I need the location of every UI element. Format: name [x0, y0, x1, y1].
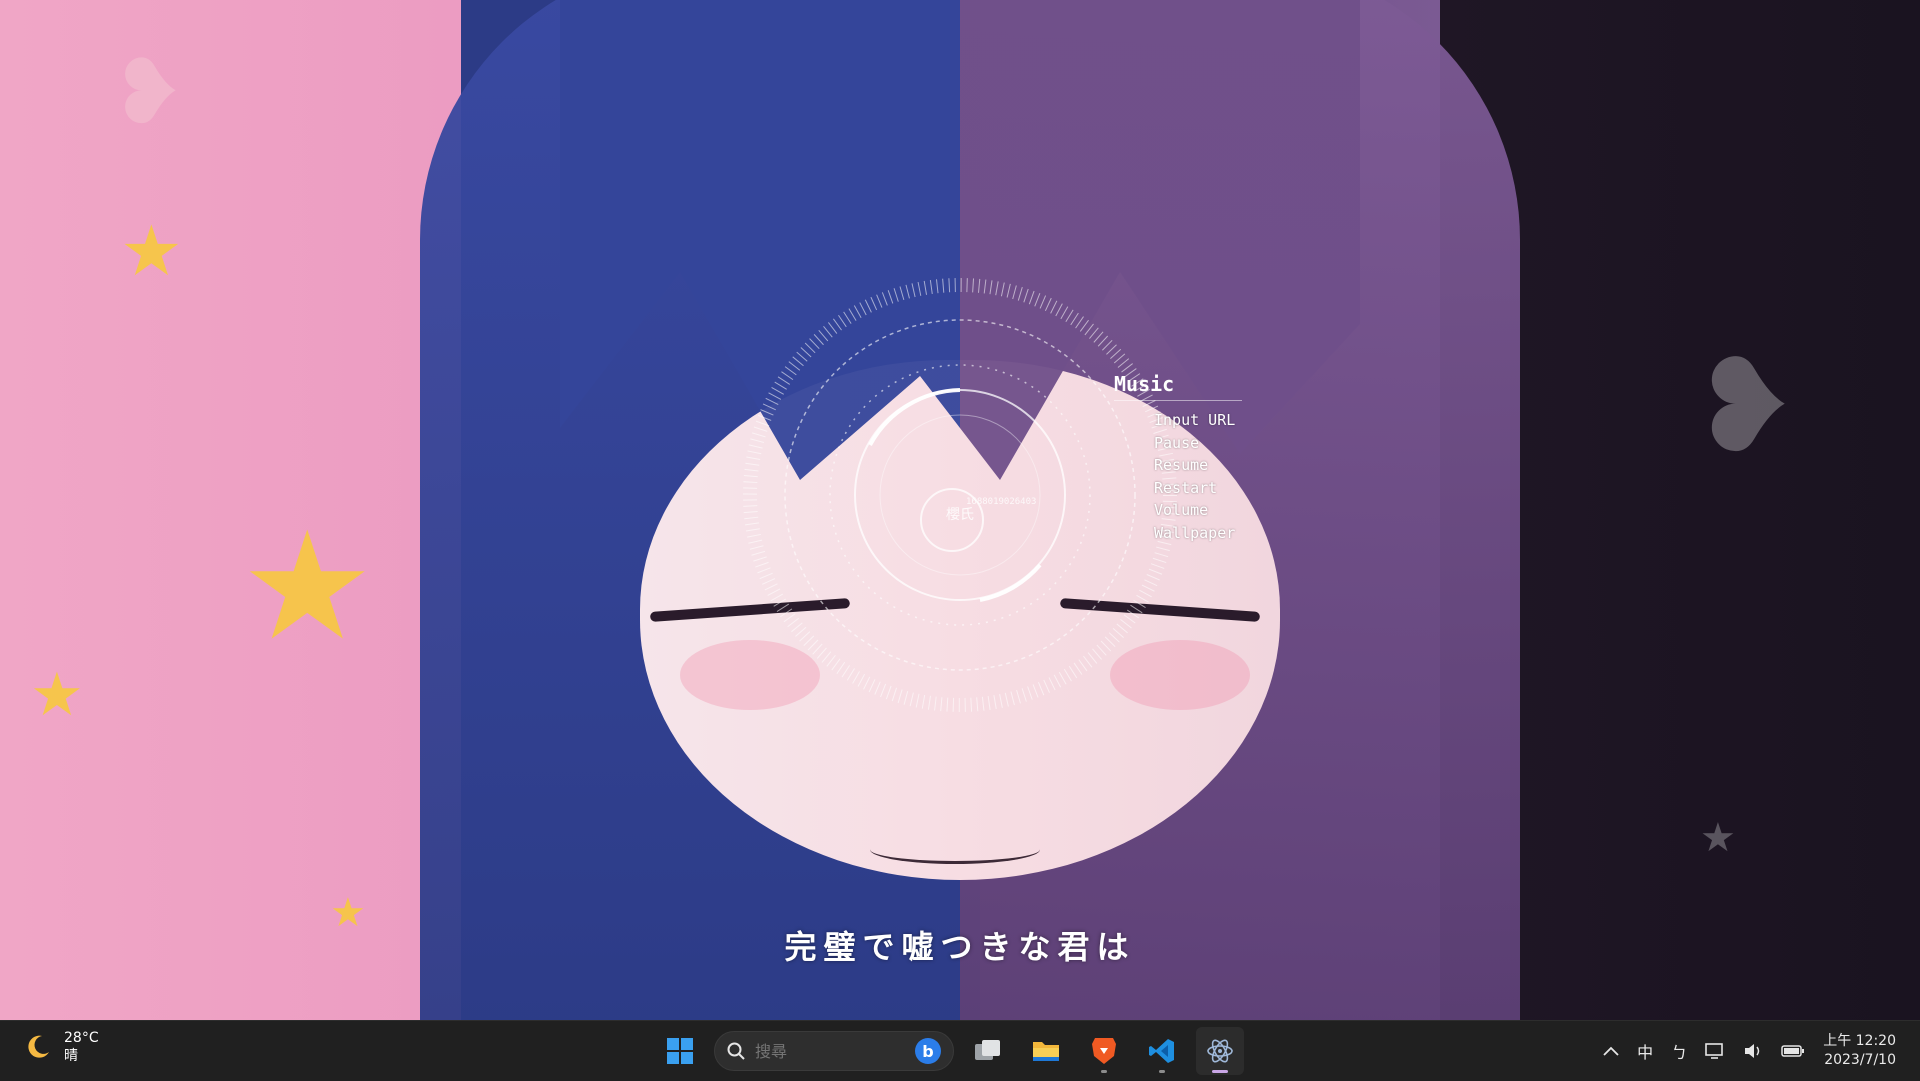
moon-icon [28, 1035, 49, 1058]
brave-browser-icon [1092, 1038, 1116, 1064]
task-view-icon [975, 1040, 1000, 1060]
system-tray: 中 ㄅ 上午 12:20 2023/7/10 [1603, 1021, 1896, 1081]
menu-item-resume[interactable]: Resume [1154, 454, 1264, 477]
start-icon [667, 1038, 693, 1064]
taskbar-clock[interactable]: 上午 12:20 2023/7/10 [1823, 1032, 1896, 1070]
search-input[interactable] [753, 1040, 907, 1062]
taskbar: 28°C 晴 b [0, 1020, 1920, 1081]
electron-app-button[interactable] [1196, 1027, 1244, 1075]
electron-app-icon [1207, 1039, 1233, 1063]
bunny-decoration: ❥ [1690, 330, 1799, 482]
menu-item-wallpaper[interactable]: Wallpaper [1154, 522, 1264, 545]
hud-number: 1688019026403 [966, 497, 1037, 507]
file-explorer-icon [1033, 1042, 1059, 1061]
weather-temperature: 28°C [64, 1030, 99, 1046]
star-decoration: ★ [240, 500, 375, 674]
file-explorer-button[interactable] [1022, 1027, 1070, 1075]
desktop-wallpaper: ★ ★ ★ ★ ❥ ❥ ★ 櫻氏 1688019026403 Music Inp… [0, 0, 1920, 1020]
music-menu: Music Input URL Pause Resume Restart Vol… [1114, 372, 1264, 544]
menu-item-volume[interactable]: Volume [1154, 499, 1264, 522]
volume-icon[interactable] [1743, 1042, 1763, 1060]
weather-widget[interactable]: 28°C 晴 [24, 1029, 99, 1065]
menu-item-restart[interactable]: Restart [1154, 477, 1264, 500]
clock-date: 2023/7/10 [1824, 1052, 1896, 1068]
menu-item-pause[interactable]: Pause [1154, 432, 1264, 455]
ime-language-indicator[interactable]: 中 [1637, 1039, 1653, 1063]
running-indicator [1101, 1070, 1107, 1073]
task-view-button[interactable] [964, 1027, 1012, 1075]
menu-item-input-url[interactable]: Input URL [1154, 409, 1264, 432]
music-menu-title: Music [1114, 372, 1242, 401]
start-button[interactable] [656, 1027, 704, 1075]
lyrics-subtitle: 完璧で嘘つきな君は [784, 928, 1136, 966]
network-icon[interactable] [1705, 1042, 1725, 1060]
weather-condition: 晴 [64, 1048, 78, 1064]
wallpaper-mouth [870, 835, 1040, 864]
star-decoration: ★ [1700, 815, 1736, 861]
chevron-up-icon[interactable] [1603, 1046, 1619, 1056]
search-icon [727, 1042, 745, 1060]
vscode-icon [1149, 1039, 1174, 1063]
clock-time: 上午 12:20 [1823, 1033, 1896, 1049]
taskbar-search-box[interactable]: b [714, 1031, 954, 1071]
running-indicator [1159, 1070, 1165, 1073]
hud-label: 櫻氏 [946, 507, 974, 523]
vscode-button[interactable] [1138, 1027, 1186, 1075]
ime-mode-indicator[interactable]: ㄅ [1671, 1039, 1687, 1063]
star-decoration: ★ [30, 660, 84, 730]
star-decoration: ★ [120, 210, 183, 292]
brave-browser-button[interactable] [1080, 1027, 1128, 1075]
battery-charging-icon[interactable] [1781, 1044, 1805, 1058]
bing-icon[interactable]: b [915, 1038, 941, 1064]
bunny-decoration: ❥ [110, 40, 186, 145]
active-indicator [1212, 1070, 1228, 1073]
taskbar-center: b [656, 1027, 1244, 1075]
